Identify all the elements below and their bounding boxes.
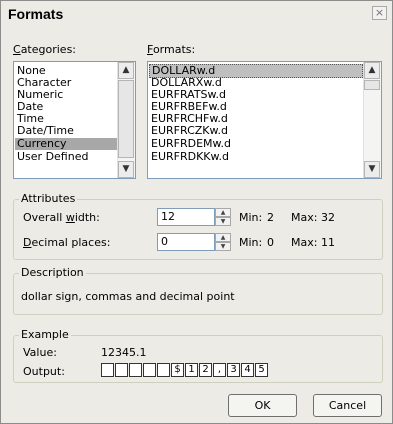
example-output: $1 2, 3 4 5 <box>101 363 281 377</box>
output-cell: $ <box>171 363 184 377</box>
spin-down-icon[interactable]: ▼ <box>215 242 231 251</box>
formats-scrollbar[interactable]: ▲ ▼ <box>363 62 381 178</box>
example-value: 12345.1 <box>101 346 147 359</box>
example-value-label: Value: <box>23 346 57 359</box>
output-cell <box>157 363 170 377</box>
formats-dialog: Formats × Categories: None Character Num… <box>0 0 393 424</box>
categories-scrollbar[interactable]: ▲ ▼ <box>117 62 135 178</box>
overall-width-min-label: Min: <box>239 211 263 224</box>
scroll-down-button[interactable]: ▼ <box>364 161 380 178</box>
ok-button[interactable]: OK <box>228 394 297 417</box>
example-output-label: Output: <box>23 365 65 378</box>
overall-width-min: 2 <box>267 211 274 224</box>
output-cell <box>101 363 114 377</box>
output-cell: 3 <box>227 363 240 377</box>
output-cell: 1 <box>185 363 198 377</box>
output-cell: 4 <box>241 363 254 377</box>
close-icon: × <box>374 6 385 19</box>
overall-width-max-label: Max: <box>291 211 318 224</box>
chevron-down-icon: ▼ <box>122 164 130 174</box>
decimal-places-label: Decimal places: <box>23 236 111 249</box>
category-item-selected[interactable]: Currency <box>15 138 117 150</box>
description-legend: Description <box>19 266 86 279</box>
decimal-places-min-label: Min: <box>239 236 263 249</box>
scroll-up-button[interactable]: ▲ <box>118 62 134 79</box>
category-item[interactable]: Date/Time <box>17 125 74 137</box>
scroll-thumb[interactable] <box>364 80 380 90</box>
formats-label: Formats: <box>147 43 196 56</box>
output-cell: , <box>213 363 226 377</box>
format-item[interactable]: EURFRDEMw.d <box>151 138 231 150</box>
category-item[interactable]: User Defined <box>17 151 88 163</box>
close-button[interactable]: × <box>372 6 387 20</box>
decimal-places-max-label: Max: <box>291 236 318 249</box>
categories-listbox[interactable]: None Character Numeric Date Time Date/Ti… <box>13 61 136 179</box>
spin-up-icon[interactable]: ▲ <box>215 208 231 217</box>
overall-width-spinner[interactable]: ▲ ▼ <box>215 208 231 226</box>
scroll-down-button[interactable]: ▼ <box>118 161 134 178</box>
overall-width-max: 32 <box>321 211 335 224</box>
scroll-up-button[interactable]: ▲ <box>364 62 380 79</box>
chevron-up-icon: ▲ <box>122 65 130 75</box>
output-cell <box>143 363 156 377</box>
chevron-down-icon: ▼ <box>368 164 376 174</box>
spin-down-icon[interactable]: ▼ <box>215 217 231 226</box>
attributes-legend: Attributes <box>19 192 78 205</box>
scroll-thumb[interactable] <box>118 80 134 158</box>
output-cell: 2 <box>199 363 212 377</box>
categories-label: Categories: <box>13 43 77 56</box>
title-bar[interactable]: Formats × <box>1 1 392 27</box>
chevron-up-icon: ▲ <box>368 65 376 75</box>
decimal-places-min: 0 <box>267 236 274 249</box>
dialog-title: Formats <box>8 6 64 22</box>
decimal-places-spinner[interactable]: ▲ ▼ <box>215 233 231 251</box>
format-item[interactable]: EURFRDKKw.d <box>151 151 229 163</box>
output-cell: 5 <box>255 363 268 377</box>
overall-width-input[interactable]: 12 <box>157 208 215 226</box>
cancel-button[interactable]: Cancel <box>313 394 382 417</box>
spin-up-icon[interactable]: ▲ <box>215 233 231 242</box>
decimal-places-max: 11 <box>321 236 335 249</box>
formats-listbox[interactable]: DOLLARw.d DOLLARXw.d EURFRATSw.d EURFRBE… <box>147 61 382 179</box>
output-cell <box>129 363 142 377</box>
format-item[interactable]: EURFRCZKw.d <box>151 125 228 137</box>
overall-width-label: Overall width: <box>23 211 100 224</box>
example-legend: Example <box>19 328 71 341</box>
description-text: dollar sign, commas and decimal point <box>21 290 235 303</box>
output-cell <box>115 363 128 377</box>
decimal-places-input[interactable]: 0 <box>157 233 215 251</box>
